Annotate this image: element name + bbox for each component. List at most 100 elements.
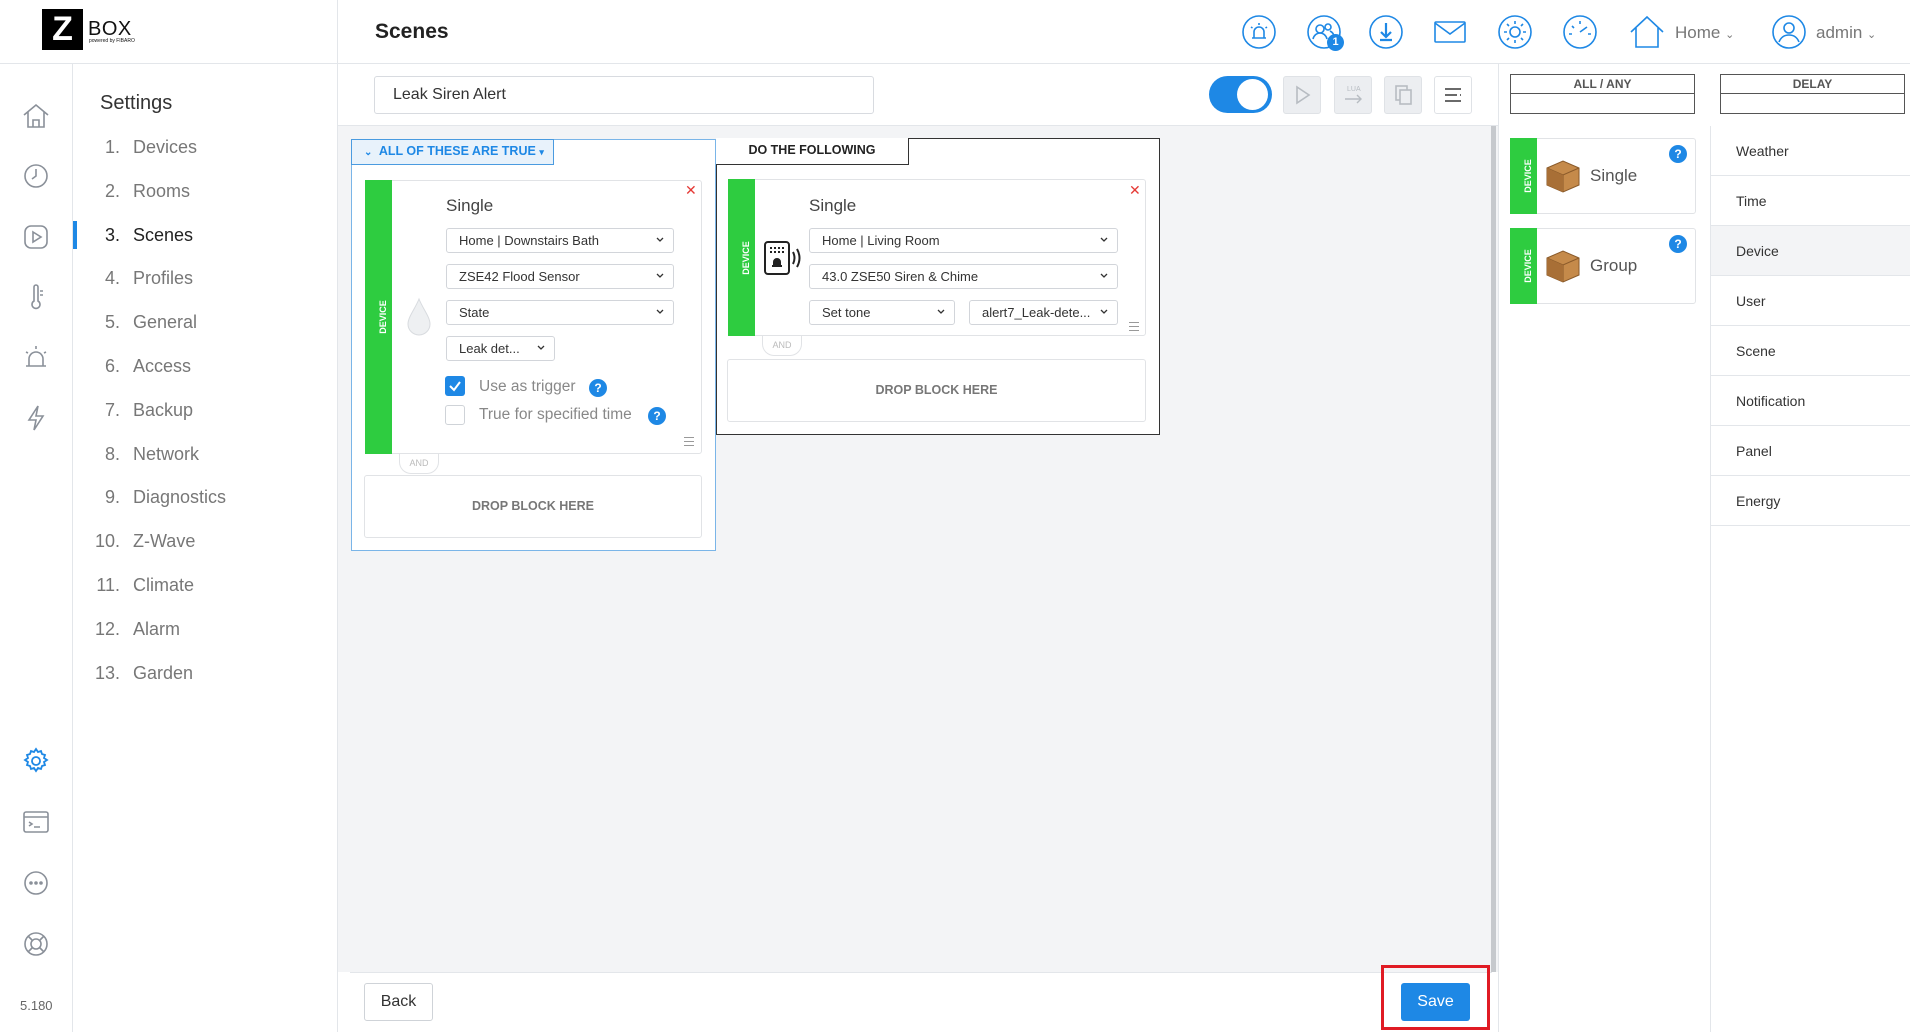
sidebar-item-network[interactable]: 8. Network <box>73 434 338 474</box>
action-drop-zone[interactable]: DROP BLOCK HERE <box>727 359 1146 422</box>
brightness-icon[interactable] <box>1497 14 1533 50</box>
sidebar-item-label: Profiles <box>133 268 194 289</box>
conditions-mode-dropdown[interactable]: ⌄ ALL OF THESE ARE TRUE ▾ <box>351 139 554 165</box>
dashboard-gauge-icon[interactable] <box>1562 14 1598 50</box>
room-select[interactable]: Home | Downstairs Bath <box>446 228 674 253</box>
sidebar-item-devices[interactable]: 1. Devices <box>73 127 338 167</box>
delay-tab[interactable]: DELAY <box>1720 74 1905 114</box>
category-time[interactable]: Time <box>1711 176 1910 226</box>
sidebar-item-climate[interactable]: 11. Climate <box>73 565 338 605</box>
home-selector[interactable]: Home ⌄ <box>1675 23 1734 43</box>
all-any-tab-label: ALL / ANY <box>1573 77 1632 91</box>
settings-gear-icon[interactable] <box>20 745 52 777</box>
chevron-down-icon: ⌄ <box>1725 29 1735 41</box>
sidebar-item-scenes[interactable]: 3. Scenes <box>73 215 338 255</box>
logo-mark: Z <box>42 9 83 50</box>
sidebar-item-number: 2. <box>104 180 120 201</box>
and-connector: AND <box>399 454 439 474</box>
lightning-icon[interactable] <box>20 402 52 434</box>
thermometer-icon[interactable] <box>20 281 52 313</box>
alarm-icon[interactable] <box>1241 14 1277 50</box>
use-as-trigger-checkbox[interactable] <box>445 376 465 396</box>
category-device[interactable]: Device <box>1711 226 1910 276</box>
checkmark-icon <box>449 381 461 392</box>
sidebar-item-access[interactable]: 6. Access <box>73 346 338 386</box>
user-menu[interactable]: admin ⌄ <box>1816 23 1876 43</box>
help-lifebuoy-icon[interactable] <box>20 928 52 960</box>
category-user[interactable]: User <box>1711 276 1910 326</box>
play-icon[interactable] <box>20 221 52 253</box>
drag-handle-icon[interactable] <box>684 437 694 446</box>
more-dots-icon[interactable] <box>20 867 52 899</box>
sidebar-item-number: 9. <box>104 487 120 508</box>
help-icon[interactable]: ? <box>648 407 666 425</box>
remove-block-icon[interactable]: ✕ <box>1129 182 1141 199</box>
category-notification[interactable]: Notification <box>1711 376 1910 426</box>
scene-name-input[interactable] <box>374 76 874 114</box>
room-select[interactable]: Home | Living Room <box>809 228 1118 253</box>
device-strip: DEVICE <box>728 179 755 336</box>
sidebar-item-number: 3. <box>104 224 120 245</box>
device-strip: DEVICE <box>365 180 392 454</box>
sidebar-item-diagnostics[interactable]: 9. Diagnostics <box>73 477 338 517</box>
category-panel[interactable]: Panel <box>1711 426 1910 476</box>
value-select[interactable]: Leak det... <box>446 336 555 361</box>
run-scene-button[interactable] <box>1283 76 1321 114</box>
device-select[interactable]: 43.0 ZSE50 Siren & Chime <box>809 264 1118 289</box>
device-strip: DEVICE <box>1510 228 1537 304</box>
sidebar-item-number: 11. <box>96 575 120 595</box>
water-drop-icon <box>405 297 433 337</box>
delay-tab-label: DELAY <box>1792 77 1833 91</box>
chevron-down-icon <box>656 309 664 314</box>
sidebar-item-garden[interactable]: 13. Garden <box>73 653 338 693</box>
help-icon[interactable]: ? <box>589 379 607 397</box>
home-icon[interactable] <box>20 100 52 132</box>
sidebar-item-general[interactable]: 5. General <box>73 302 338 342</box>
duplicate-scene-button[interactable] <box>1384 76 1422 114</box>
convert-to-lua-button[interactable]: LUA <box>1334 76 1372 114</box>
terminal-icon[interactable] <box>20 806 52 838</box>
device-select-value: ZSE42 Flood Sensor <box>459 269 580 284</box>
and-connector: AND <box>762 336 802 356</box>
clock-icon[interactable] <box>20 160 52 192</box>
home-label: Home <box>1675 23 1721 42</box>
tone-select[interactable]: alert7_Leak-dete... <box>969 300 1118 325</box>
svg-text:LUA: LUA <box>1347 86 1361 93</box>
chevron-down-icon <box>656 237 664 242</box>
true-for-time-checkbox[interactable] <box>445 405 465 425</box>
property-select[interactable]: State <box>446 300 674 325</box>
device-strip-label: DEVICE <box>377 300 388 334</box>
remove-block-icon[interactable]: ✕ <box>685 182 697 199</box>
home-icon[interactable] <box>1628 13 1666 51</box>
sidebar-item-number: 1. <box>104 137 120 157</box>
sidebar-item-profiles[interactable]: 4. Profiles <box>73 258 338 298</box>
sidebar-item-z-wave[interactable]: 10. Z-Wave <box>73 521 338 561</box>
category-weather[interactable]: Weather <box>1711 126 1910 176</box>
chevron-down-icon <box>937 309 945 314</box>
category-scene[interactable]: Scene <box>1711 326 1910 376</box>
property-select-value: State <box>459 305 490 320</box>
sidebar-item-backup[interactable]: 7. Backup <box>73 390 338 430</box>
help-icon[interactable]: ? <box>1669 235 1687 253</box>
sidebar-item-number: 4. <box>104 268 120 289</box>
alarm-icon[interactable] <box>20 341 52 373</box>
sidebar-item-alarm[interactable]: 12. Alarm <box>73 609 338 649</box>
action-select[interactable]: Set tone <box>809 300 955 325</box>
category-energy[interactable]: Energy <box>1711 476 1910 526</box>
mail-icon[interactable] <box>1432 14 1468 50</box>
conditions-header-label: ALL OF THESE ARE TRUE <box>378 144 536 158</box>
condition-drop-zone[interactable]: DROP BLOCK HERE <box>364 475 702 538</box>
help-icon[interactable]: ? <box>1669 145 1687 163</box>
scene-menu-button[interactable] <box>1434 76 1472 114</box>
user-avatar-icon[interactable] <box>1771 14 1807 50</box>
device-select[interactable]: ZSE42 Flood Sensor <box>446 264 674 289</box>
all-any-tab[interactable]: ALL / ANY <box>1510 74 1695 114</box>
canvas-scrollbar[interactable] <box>1491 126 1496 972</box>
sidebar-item-label: Backup <box>133 399 194 420</box>
back-button[interactable]: Back <box>364 983 433 1021</box>
download-icon[interactable] <box>1368 14 1404 50</box>
save-highlight-box <box>1381 965 1490 1030</box>
drag-handle-icon[interactable] <box>1129 322 1139 331</box>
sidebar-item-rooms[interactable]: 2. Rooms <box>73 171 338 211</box>
sidebar-item-label: Climate <box>133 575 195 595</box>
